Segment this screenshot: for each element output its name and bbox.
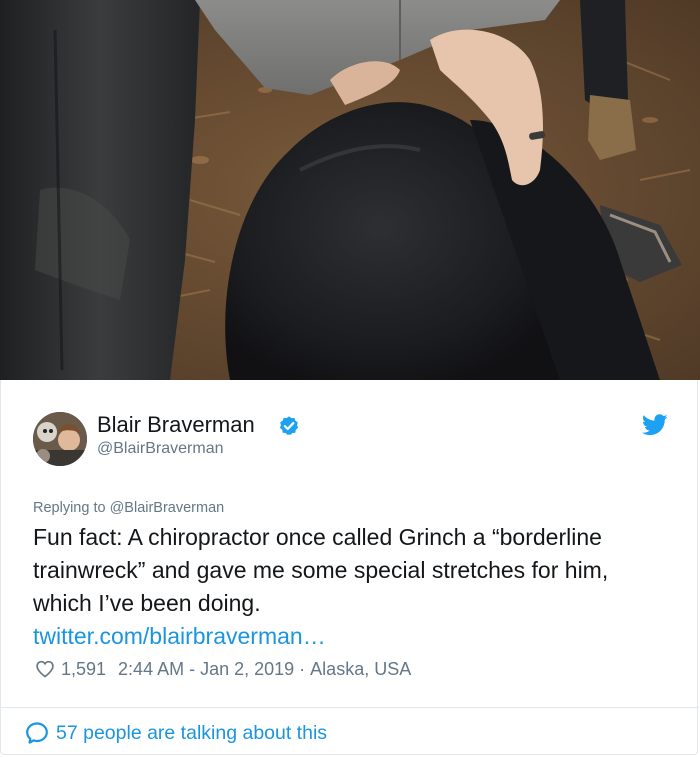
divider <box>1 707 699 708</box>
replying-to: Replying to @BlairBraverman <box>33 500 224 516</box>
avatar-photo <box>33 412 87 466</box>
twitter-bird-icon[interactable] <box>642 414 668 436</box>
author-handle[interactable]: @BlairBraverman <box>97 439 224 459</box>
tweet-link[interactable]: twitter.com/blairbraverman… <box>33 623 326 649</box>
reply-prefix: Replying to <box>33 500 110 516</box>
like-count[interactable]: 1,591 <box>61 659 106 680</box>
reply-to-handle[interactable]: @BlairBraverman <box>110 500 225 516</box>
tweet-location[interactable]: Alaska, USA <box>310 659 411 680</box>
avatar[interactable] <box>33 412 87 466</box>
author-name[interactable]: Blair Braverman <box>97 412 255 438</box>
conversation-count[interactable]: 57 people are talking about this <box>56 722 327 745</box>
tweet-text-body: Fun fact: A chiropractor once called Gri… <box>33 524 609 616</box>
photo-dog-chiropractic <box>0 0 700 380</box>
tweet-body: Blair Braverman @BlairBraverman Replying… <box>0 380 699 755</box>
conversation-link[interactable]: 57 people are talking about this <box>25 720 327 746</box>
embedded-tweet-card: Blair Braverman @BlairBraverman Replying… <box>0 0 700 757</box>
verified-badge-icon <box>279 416 299 435</box>
tweet-timestamp[interactable]: 2:44 AM - Jan 2, 2019 <box>118 659 294 680</box>
tweet-meta: 1,591 2:44 AM - Jan 2, 2019 · Alaska, US… <box>35 657 411 681</box>
meta-separator: · <box>294 658 311 679</box>
tweet-media-photo[interactable] <box>0 0 700 380</box>
tweet-text: Fun fact: A chiropractor once called Gri… <box>33 521 673 653</box>
speech-bubble-icon <box>26 722 48 744</box>
heart-outline-icon[interactable] <box>35 659 55 679</box>
